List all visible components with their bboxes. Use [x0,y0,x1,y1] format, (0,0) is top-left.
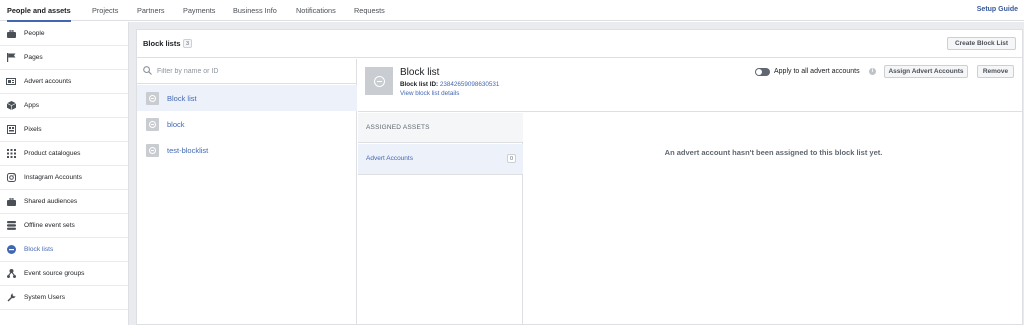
page-title: Block lists [143,39,181,48]
remove-button[interactable]: Remove [977,65,1014,78]
tab-notifications[interactable]: Notifications [296,0,336,21]
wrench-icon [6,293,16,303]
sidebar-item-pages[interactable]: Pages [0,46,128,70]
sidebar-item-label: Event source groups [24,270,85,277]
asset-type-advert-accounts[interactable]: Advert Accounts 0 [358,144,523,175]
panel-header: Block lists 3 Create Block List [136,29,1023,58]
event-source-icon [6,269,16,279]
toggle-knob [756,69,762,75]
list-item-label: block [167,119,185,129]
block-list-avatar-icon [146,117,159,131]
assign-advert-accounts-button[interactable]: Assign Advert Accounts [884,65,968,78]
block-list-avatar-icon [365,67,393,95]
pixel-icon [6,125,16,135]
sidebar-item-label: Block lists [24,246,54,253]
block-list-column: Block list block test-blocklist [137,59,357,325]
info-icon[interactable]: i [869,68,876,75]
tab-projects[interactable]: Projects [92,0,118,21]
sidebar-item-label: Advert accounts [24,78,72,85]
search-bar [137,59,357,84]
apply-all-label: Apply to all advert accounts [774,68,860,75]
tab-business-info[interactable]: Business Info [233,0,277,21]
block-list-avatar-icon [146,143,159,157]
sidebar-item-label: Offline event sets [24,222,75,229]
sidebar-item-people[interactable]: People [0,22,128,46]
sidebar-item-product-catalogues[interactable]: Product catalogues [0,142,128,166]
sidebar-item-label: Pixels [24,126,42,133]
tab-requests[interactable]: Requests [354,0,385,21]
asset-count-badge: 0 [507,154,516,163]
assigned-assets-column: ASSIGNED ASSETS Advert Accounts 0 [358,113,523,325]
sidebar-item-pixels[interactable]: Pixels [0,118,128,142]
create-block-list-button[interactable]: Create Block List [947,37,1016,50]
assigned-assets-heading: ASSIGNED ASSETS [366,124,430,131]
sidebar-item-offline-event-sets[interactable]: Offline event sets [0,214,128,238]
sidebar-item-label: Shared audiences [24,198,78,205]
sidebar-item-event-source-groups[interactable]: Event source groups [0,262,128,286]
top-navigation: People and assets Projects Partners Paym… [0,0,1024,22]
setup-guide-link[interactable]: Setup Guide [977,0,1018,19]
view-details-link[interactable]: View block list details [400,90,459,97]
ad-account-icon [6,77,16,87]
block-list-id-value: 23842659098630531 [439,81,500,88]
sidebar-item-label: Product catalogues [24,150,81,157]
tab-payments[interactable]: Payments [183,0,215,21]
block-list-id-label: Block list ID: [400,81,439,88]
sidebar-item-label: Pages [24,54,43,61]
sidebar-item-label: Instagram Accounts [24,174,82,181]
sidebar-item-system-users[interactable]: System Users [0,286,128,310]
block-list-avatar-icon [146,91,159,105]
sidebar: People Pages Advert accounts Apps Pixels… [0,22,129,325]
tab-partners[interactable]: Partners [137,0,165,21]
sidebar-item-apps[interactable]: Apps [0,94,128,118]
list-item-label: Block list [167,93,197,103]
list-item-label: test-blocklist [167,145,209,155]
cube-icon [6,101,16,111]
sidebar-item-label: People [24,30,45,37]
sidebar-item-label: Apps [24,102,40,109]
tab-people-and-assets[interactable]: People and assets [7,0,71,22]
briefcase-icon [6,29,16,39]
apply-all-toggle[interactable] [755,68,770,76]
block-list-id: Block list ID: 23842659098630531 [400,81,499,88]
block-list-name: Block list [400,67,440,78]
block-list-detail-header: Block list Block list ID: 23842659098630… [358,59,1023,112]
search-icon [143,66,152,77]
grid-icon [6,149,16,159]
count-badge: 3 [183,39,192,48]
empty-state-message: An advert account hasn't been assigned t… [664,148,883,157]
sidebar-item-instagram-accounts[interactable]: Instagram Accounts [0,166,128,190]
briefcase-icon [6,197,16,207]
database-icon [6,221,16,231]
instagram-icon [6,173,16,183]
list-item[interactable]: Block list [137,85,357,111]
list-item[interactable]: block [137,111,357,137]
assigned-assets-header: ASSIGNED ASSETS [358,113,523,143]
block-icon [6,245,16,255]
sidebar-item-shared-audiences[interactable]: Shared audiences [0,190,128,214]
sidebar-item-label: System Users [24,294,66,301]
flag-icon [6,53,16,63]
search-input[interactable] [157,65,347,77]
sidebar-item-advert-accounts[interactable]: Advert accounts [0,70,128,94]
sidebar-item-block-lists[interactable]: Block lists [0,238,128,262]
list-item[interactable]: test-blocklist [137,137,357,163]
asset-type-label: Advert Accounts [366,155,413,162]
